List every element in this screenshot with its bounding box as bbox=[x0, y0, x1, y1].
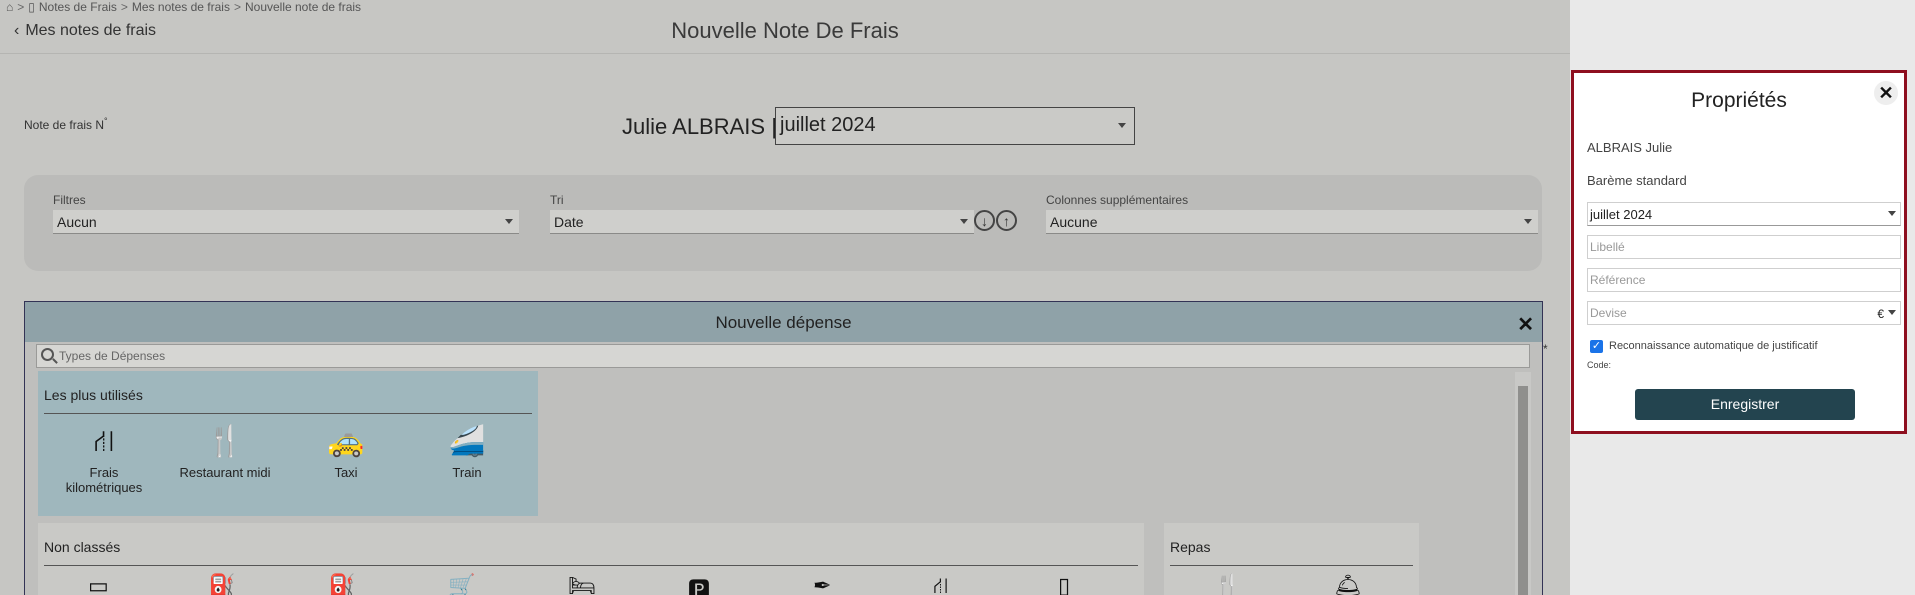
most-used-title: Les plus utilisés bbox=[44, 387, 143, 403]
cloche-icon[interactable]: 🛎 bbox=[1334, 573, 1362, 595]
breadcrumb-separator: > bbox=[17, 0, 25, 14]
tile-label: Train bbox=[452, 465, 482, 480]
sort-ascending-button[interactable]: ↑ bbox=[996, 210, 1017, 231]
scrollbar-thumb[interactable] bbox=[1518, 386, 1528, 595]
note-number-suffix: ° bbox=[104, 116, 108, 126]
chevron-down-icon bbox=[1524, 219, 1532, 224]
meals-icons-row: 🍴 🛎 bbox=[1164, 573, 1419, 595]
bed-icon[interactable]: 🛏 bbox=[568, 573, 596, 595]
properties-panel: Propriétés ✕ ALBRAIS Julie Barème standa… bbox=[1571, 70, 1907, 434]
category-divider bbox=[44, 413, 532, 414]
filtres-select[interactable]: Aucun bbox=[53, 210, 519, 234]
expense-tile-taxi[interactable]: 🚕 Taxi bbox=[286, 423, 406, 480]
unclassified-category: Non classés ▭ ⛽ ⛽ 🛒 🛏 🅿 ✒ ⛙ ▯ bbox=[38, 523, 1144, 595]
devise-select[interactable]: Devise € bbox=[1587, 301, 1901, 325]
devise-placeholder: Devise bbox=[1590, 306, 1627, 320]
category-divider bbox=[1170, 565, 1413, 566]
page-title: Nouvelle Note De Frais bbox=[671, 18, 899, 43]
libelle-input[interactable]: Libellé bbox=[1587, 235, 1901, 259]
properties-title: Propriétés bbox=[1691, 89, 1787, 112]
breadcrumb-separator: > bbox=[233, 0, 241, 14]
road-icon: ⛙ bbox=[93, 425, 115, 458]
auto-recognition-label: Reconnaissance automatique de justificat… bbox=[1609, 340, 1818, 352]
colonnes-select[interactable]: Aucune bbox=[1046, 210, 1538, 234]
fuel-icon[interactable]: ⛽ bbox=[328, 573, 355, 595]
calendar-icon[interactable]: ▭ bbox=[88, 573, 109, 595]
meals-category: Repas 🍴 🛎 bbox=[1164, 523, 1419, 595]
tile-label: Restaurant midi bbox=[179, 465, 271, 480]
chevron-down-icon bbox=[1888, 310, 1896, 315]
props-bareme: Barème standard bbox=[1587, 173, 1687, 188]
save-button[interactable]: Enregistrer bbox=[1635, 389, 1855, 420]
tile-label: Frais kilométriques bbox=[65, 465, 143, 495]
month-select[interactable]: juillet 2024 bbox=[775, 107, 1135, 145]
search-icon bbox=[41, 348, 54, 361]
road-icon[interactable]: ⛙ bbox=[933, 573, 948, 595]
header-divider bbox=[0, 53, 1570, 54]
most-used-category: Les plus utilisés ⛙ Frais kilométriques … bbox=[38, 371, 538, 516]
expense-type-search-input[interactable]: Types de Dépenses bbox=[36, 344, 1530, 368]
home-icon[interactable]: ⌂ bbox=[6, 0, 13, 14]
employee-name: Julie ALBRAIS | bbox=[622, 114, 777, 139]
chevron-down-icon bbox=[505, 219, 513, 224]
reference-placeholder: Référence bbox=[1590, 273, 1646, 287]
parking-icon[interactable]: 🅿 bbox=[688, 573, 710, 595]
tri-label: Tri bbox=[550, 193, 564, 207]
expense-tile-frais-kilometriques[interactable]: ⛙ Frais kilométriques bbox=[44, 423, 164, 495]
taxi-icon: 🚕 bbox=[327, 425, 365, 458]
required-asterisk: * bbox=[1543, 342, 1548, 356]
reference-input[interactable]: Référence bbox=[1587, 268, 1901, 292]
scrollbar[interactable] bbox=[1515, 372, 1531, 595]
breadcrumb-item-notes[interactable]: Notes de Frais bbox=[39, 0, 117, 14]
colonnes-label: Colonnes supplémentaires bbox=[1046, 193, 1189, 207]
auto-recognition-checkbox[interactable]: ✓ bbox=[1590, 340, 1603, 353]
devise-symbol: € bbox=[1877, 307, 1884, 321]
props-employee: ALBRAIS Julie bbox=[1587, 140, 1673, 155]
meals-title: Repas bbox=[1170, 539, 1211, 555]
chevron-down-icon bbox=[960, 219, 968, 224]
train-icon: 🚄 bbox=[448, 425, 486, 458]
props-month-value: juillet 2024 bbox=[1590, 207, 1653, 222]
cart-icon[interactable]: 🛒 bbox=[448, 573, 475, 595]
depense-title: Nouvelle dépense bbox=[715, 313, 852, 332]
tri-select[interactable]: Date bbox=[550, 210, 974, 234]
sort-descending-button[interactable]: ↓ bbox=[974, 210, 995, 231]
libelle-placeholder: Libellé bbox=[1590, 240, 1625, 254]
tile-label: Taxi bbox=[334, 465, 358, 480]
unclassified-title: Non classés bbox=[44, 539, 121, 555]
search-placeholder: Types de Dépenses bbox=[59, 349, 166, 363]
expense-tile-train[interactable]: 🚄 Train bbox=[407, 423, 527, 480]
chevron-down-icon bbox=[1118, 123, 1126, 128]
filter-panel: Filtres Aucun Tri Date ↓ ↑ Colonnes supp… bbox=[24, 175, 1542, 271]
month-select-value: juillet 2024 bbox=[780, 114, 876, 136]
chevron-down-icon bbox=[1888, 211, 1896, 216]
tri-select-value: Date bbox=[554, 214, 584, 230]
pen-icon[interactable]: ✒ bbox=[813, 573, 831, 595]
code-label: Code: bbox=[1587, 360, 1612, 370]
note-number-text: Note de frais N bbox=[24, 118, 105, 132]
depense-header: Nouvelle dépense ✕ bbox=[25, 302, 1542, 342]
note-number-label: Note de frais N° bbox=[24, 116, 108, 132]
close-icon[interactable]: ✕ bbox=[1874, 81, 1898, 105]
breadcrumb-separator: > bbox=[120, 0, 128, 14]
breadcrumb-item-nouvelle: Nouvelle note de frais bbox=[244, 0, 362, 14]
colonnes-select-value: Aucune bbox=[1050, 214, 1098, 230]
breadcrumb: ⌂ > ▯ Notes de Frais > Mes notes de frai… bbox=[6, 0, 361, 14]
fork-knife-icon[interactable]: 🍴 bbox=[1214, 573, 1241, 595]
unclassified-icons-row: ▭ ⛽ ⛽ 🛒 🛏 🅿 ✒ ⛙ ▯ bbox=[38, 573, 1144, 595]
fork-knife-icon: 🍴 bbox=[206, 425, 244, 458]
category-divider bbox=[44, 565, 1138, 566]
breadcrumb-item-mes-notes[interactable]: Mes notes de frais bbox=[132, 0, 230, 14]
fuel-icon[interactable]: ⛽ bbox=[208, 573, 235, 595]
phone-icon[interactable]: ▯ bbox=[1058, 573, 1070, 595]
expense-tile-restaurant-midi[interactable]: 🍴 Restaurant midi bbox=[165, 423, 285, 480]
close-icon[interactable]: ✕ bbox=[1517, 312, 1534, 337]
props-month-select[interactable]: juillet 2024 bbox=[1587, 202, 1901, 226]
document-icon: ▯ bbox=[28, 0, 35, 14]
filtres-select-value: Aucun bbox=[57, 214, 97, 230]
nouvelle-depense-panel: Nouvelle dépense ✕ Types de Dépenses Les… bbox=[24, 301, 1543, 595]
filtres-label: Filtres bbox=[53, 193, 86, 207]
